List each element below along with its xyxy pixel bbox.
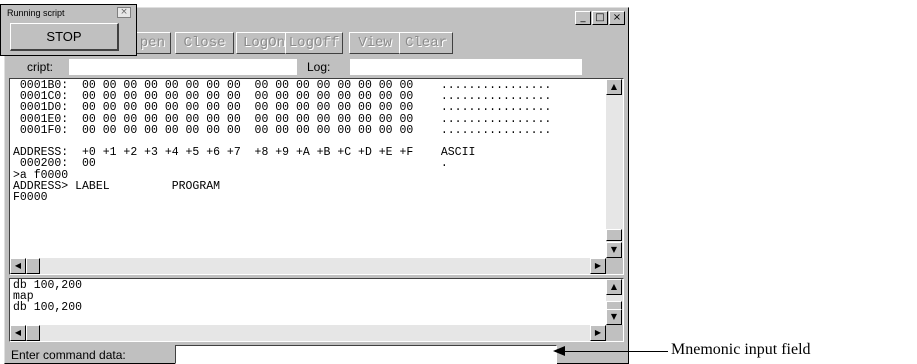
scroll-up-icon[interactable]: ▲ [606, 279, 622, 295]
view-button[interactable]: View [349, 32, 401, 54]
scroll-corner [606, 325, 623, 341]
history-horizontal-scrollbar[interactable]: ◀ ▶ [10, 325, 606, 341]
clear-button[interactable]: Clear [399, 32, 453, 54]
text-line: 0001F0: 00 00 00 00 00 00 00 00 00 00 00… [13, 123, 552, 137]
scroll-down-icon[interactable]: ▼ [606, 242, 622, 258]
text-line: db 100,200 [13, 279, 83, 292]
memory-dump-text: 0001B0: 00 00 00 00 00 00 00 00 00 00 00… [10, 79, 606, 258]
scroll-right-icon[interactable]: ▶ [590, 325, 606, 341]
minimize-button[interactable]: _ [575, 11, 591, 25]
script-log-row: cript: Log: [7, 58, 627, 76]
scroll-right-icon[interactable]: ▶ [590, 258, 606, 274]
command-row: Enter command data: [5, 344, 628, 364]
text-line: 000200: 00 . [13, 157, 448, 171]
close-button[interactable]: × [609, 11, 625, 25]
command-label: Enter command data: [11, 348, 126, 362]
history-vertical-scrollbar[interactable]: ▲ ▼ [606, 279, 623, 325]
dump-horizontal-scrollbar[interactable]: ◀ ▶ [10, 258, 606, 274]
scroll-left-icon[interactable]: ◀ [10, 258, 26, 274]
log-label: Log: [307, 60, 331, 74]
main-window: _ □ × pen Close LogOn LogOff View Clear … [4, 7, 629, 364]
scroll-thumb[interactable] [26, 325, 40, 341]
close-log-button[interactable]: Close [175, 32, 234, 54]
script-field[interactable] [69, 59, 297, 75]
close-icon[interactable]: × [117, 7, 131, 18]
annotation-line [555, 351, 668, 352]
command-history-pane[interactable]: db 100,200 map db 100,200 ▲ ▼ ◀ ▶ [9, 278, 624, 342]
scroll-thumb[interactable] [606, 229, 622, 241]
text-line: F0000 [13, 190, 48, 204]
text-line: ADDRESS> LABEL PROGRAM [13, 179, 221, 193]
stop-button[interactable]: STOP [10, 23, 119, 51]
scroll-corner [606, 258, 623, 274]
text-line: 0001D0: 00 00 00 00 00 00 00 00 00 00 00… [13, 101, 552, 115]
scroll-down-icon[interactable]: ▼ [606, 309, 622, 325]
text-line: db 100,200 [13, 301, 83, 315]
command-input[interactable] [175, 345, 557, 364]
scroll-thumb[interactable] [26, 258, 40, 274]
scroll-up-icon[interactable]: ▲ [606, 79, 622, 95]
maximize-button[interactable]: □ [592, 11, 608, 25]
caption-buttons: _ □ × [575, 11, 625, 25]
annotation-label: Mnemonic input field [671, 341, 811, 358]
log-field[interactable] [350, 59, 582, 75]
text-line: >a f0000 [13, 168, 69, 182]
script-label: cript: [27, 60, 54, 74]
command-history-text: db 100,200 map db 100,200 [10, 279, 606, 325]
dialog-title: Running script [7, 8, 65, 18]
logoff-button[interactable]: LogOff [285, 32, 343, 54]
logon-button[interactable]: LogOn [236, 32, 292, 54]
dump-vertical-scrollbar[interactable]: ▲ ▼ [606, 79, 623, 258]
scroll-left-icon[interactable]: ◀ [10, 325, 26, 341]
text-line: map [13, 290, 34, 304]
running-script-dialog: Running script × STOP [0, 4, 137, 56]
memory-dump-pane[interactable]: 0001B0: 00 00 00 00 00 00 00 00 00 00 00… [9, 78, 624, 275]
